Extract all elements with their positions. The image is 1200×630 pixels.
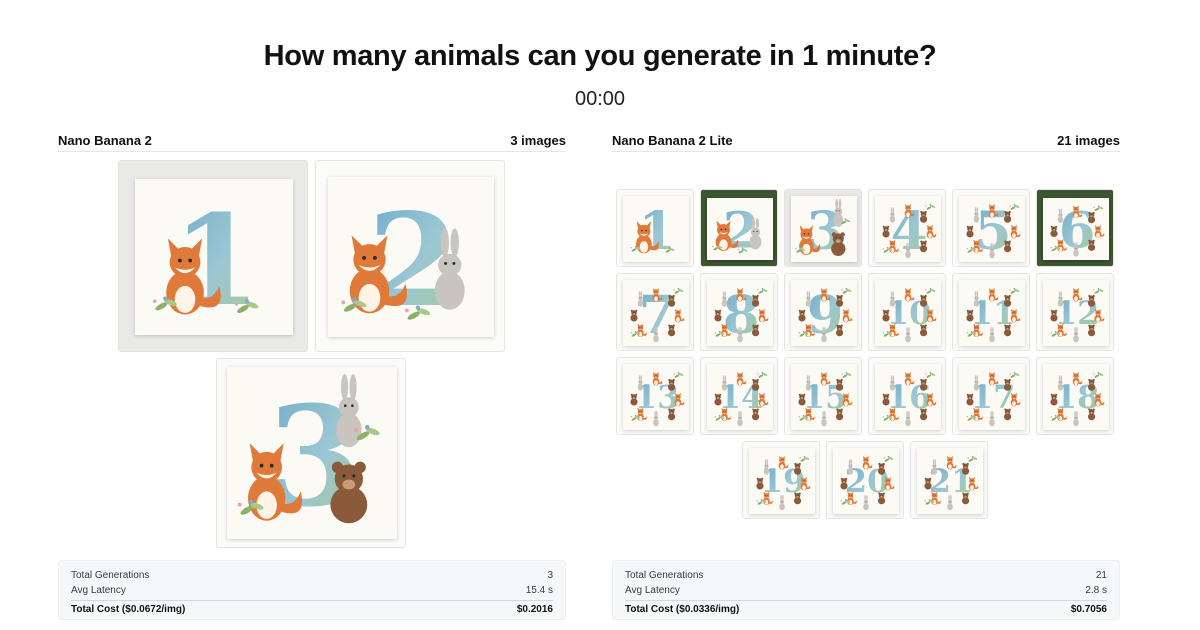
- generated-image-card[interactable]: 8: [700, 273, 778, 351]
- image-count: 3 images: [510, 132, 566, 148]
- generated-image-card[interactable]: 3: [784, 189, 862, 267]
- animal-numeral-illustration: 10: [875, 280, 941, 346]
- animal-numeral-illustration: 2: [328, 177, 494, 337]
- generated-image-card[interactable]: 21: [910, 441, 988, 519]
- animal-numeral-illustration: 6: [1043, 198, 1109, 260]
- generated-image-card[interactable]: 2: [700, 189, 778, 267]
- animal-numeral-illustration: 12: [1043, 280, 1109, 346]
- image-count: 21 images: [1057, 132, 1120, 148]
- stat-label: Total Cost ($0.0672/img): [71, 604, 186, 615]
- generated-image-card[interactable]: 3: [216, 358, 406, 548]
- animal-numeral-illustration: 3: [227, 367, 397, 539]
- stats-box: Total Generations 3 Avg Latency 15.4 s T…: [58, 560, 566, 620]
- generated-image-card[interactable]: 14: [700, 357, 778, 435]
- generated-image-card[interactable]: 2: [315, 160, 505, 352]
- generated-image-card[interactable]: 19: [742, 441, 820, 519]
- stat-label: Total Generations: [71, 570, 150, 581]
- generated-image-card[interactable]: 12: [1036, 273, 1114, 351]
- stat-value: 15.4 s: [525, 585, 553, 596]
- animal-numeral-illustration: 5: [959, 196, 1025, 262]
- stat-value: $0.7056: [1070, 604, 1107, 615]
- generated-image-card[interactable]: 5: [952, 189, 1030, 267]
- animal-numeral-illustration: 13: [623, 364, 689, 430]
- animal-numeral-illustration: 16: [875, 364, 941, 430]
- stat-total-generations: Total Generations 21: [625, 568, 1107, 583]
- panel-header: Nano Banana 2 3 images: [58, 130, 566, 150]
- stat-label: Total Generations: [625, 570, 704, 581]
- animal-numeral-illustration: 7: [623, 280, 689, 346]
- stat-avg-latency: Avg Latency 15.4 s: [71, 583, 553, 598]
- generated-image-card[interactable]: 11: [952, 273, 1030, 351]
- generated-image-card[interactable]: 18: [1036, 357, 1114, 435]
- animal-numeral-illustration: 1: [623, 196, 689, 262]
- stat-value: 2.8 s: [1085, 585, 1107, 596]
- generated-image-card[interactable]: 9: [784, 273, 862, 351]
- generated-image-card[interactable]: 15: [784, 357, 862, 435]
- animal-numeral-illustration: 15: [791, 364, 857, 430]
- stats-box: Total Generations 21 Avg Latency 2.8 s T…: [612, 560, 1120, 620]
- stat-label: Total Cost ($0.0336/img): [625, 604, 740, 615]
- page-title: How many animals can you generate in 1 m…: [263, 40, 937, 72]
- stat-value: $0.2016: [516, 604, 553, 615]
- generated-image-card[interactable]: 7: [616, 273, 694, 351]
- generated-image-card[interactable]: 1: [118, 160, 308, 352]
- stat-avg-latency: Avg Latency 2.8 s: [625, 583, 1107, 598]
- generated-image-card[interactable]: 17: [952, 357, 1030, 435]
- generated-image-card[interactable]: 6: [1036, 189, 1114, 267]
- timer: 00:00: [574, 88, 626, 110]
- animal-numeral-illustration: 4: [875, 196, 941, 262]
- animal-numeral-illustration: 9: [791, 280, 857, 346]
- generated-image-card[interactable]: 1: [616, 189, 694, 267]
- animal-numeral-illustration: 17: [959, 364, 1025, 430]
- animal-numeral-illustration: 19: [749, 448, 815, 514]
- animal-numeral-illustration: 8: [707, 280, 773, 346]
- animal-numeral-illustration: 1: [135, 179, 293, 335]
- stat-total-cost: Total Cost ($0.0672/img) $0.2016: [71, 600, 553, 617]
- stat-label: Avg Latency: [625, 585, 680, 596]
- generated-image-card[interactable]: 4: [868, 189, 946, 267]
- model-panel-nano-banana-2-lite: Nano Banana 2 Lite 21 images 1 2 3 4 5 6…: [612, 130, 1120, 625]
- generated-image-card[interactable]: 10: [868, 273, 946, 351]
- animal-numeral-illustration: 20: [833, 448, 899, 514]
- animal-numeral-illustration: 18: [1043, 364, 1109, 430]
- generated-image-card[interactable]: 20: [826, 441, 904, 519]
- stat-value: 21: [1095, 570, 1107, 581]
- model-name: Nano Banana 2: [58, 132, 152, 148]
- animal-numeral-illustration: 2: [707, 198, 773, 260]
- divider: [58, 151, 566, 152]
- panel-header: Nano Banana 2 Lite 21 images: [612, 130, 1120, 150]
- animal-numeral-illustration: 14: [707, 364, 773, 430]
- divider: [612, 151, 1120, 152]
- stat-total-generations: Total Generations 3: [71, 568, 553, 583]
- animal-numeral-illustration: 21: [917, 448, 983, 514]
- model-panel-nano-banana-2: Nano Banana 2 3 images 1 2 3 Total Gener…: [58, 130, 566, 625]
- animal-numeral-illustration: 11: [959, 280, 1025, 346]
- model-name: Nano Banana 2 Lite: [612, 132, 733, 148]
- animal-numeral-illustration: 3: [791, 196, 857, 262]
- stat-label: Avg Latency: [71, 585, 126, 596]
- generated-image-card[interactable]: 13: [616, 357, 694, 435]
- stat-total-cost: Total Cost ($0.0336/img) $0.7056: [625, 600, 1107, 617]
- generated-image-card[interactable]: 16: [868, 357, 946, 435]
- stat-value: 3: [547, 570, 553, 581]
